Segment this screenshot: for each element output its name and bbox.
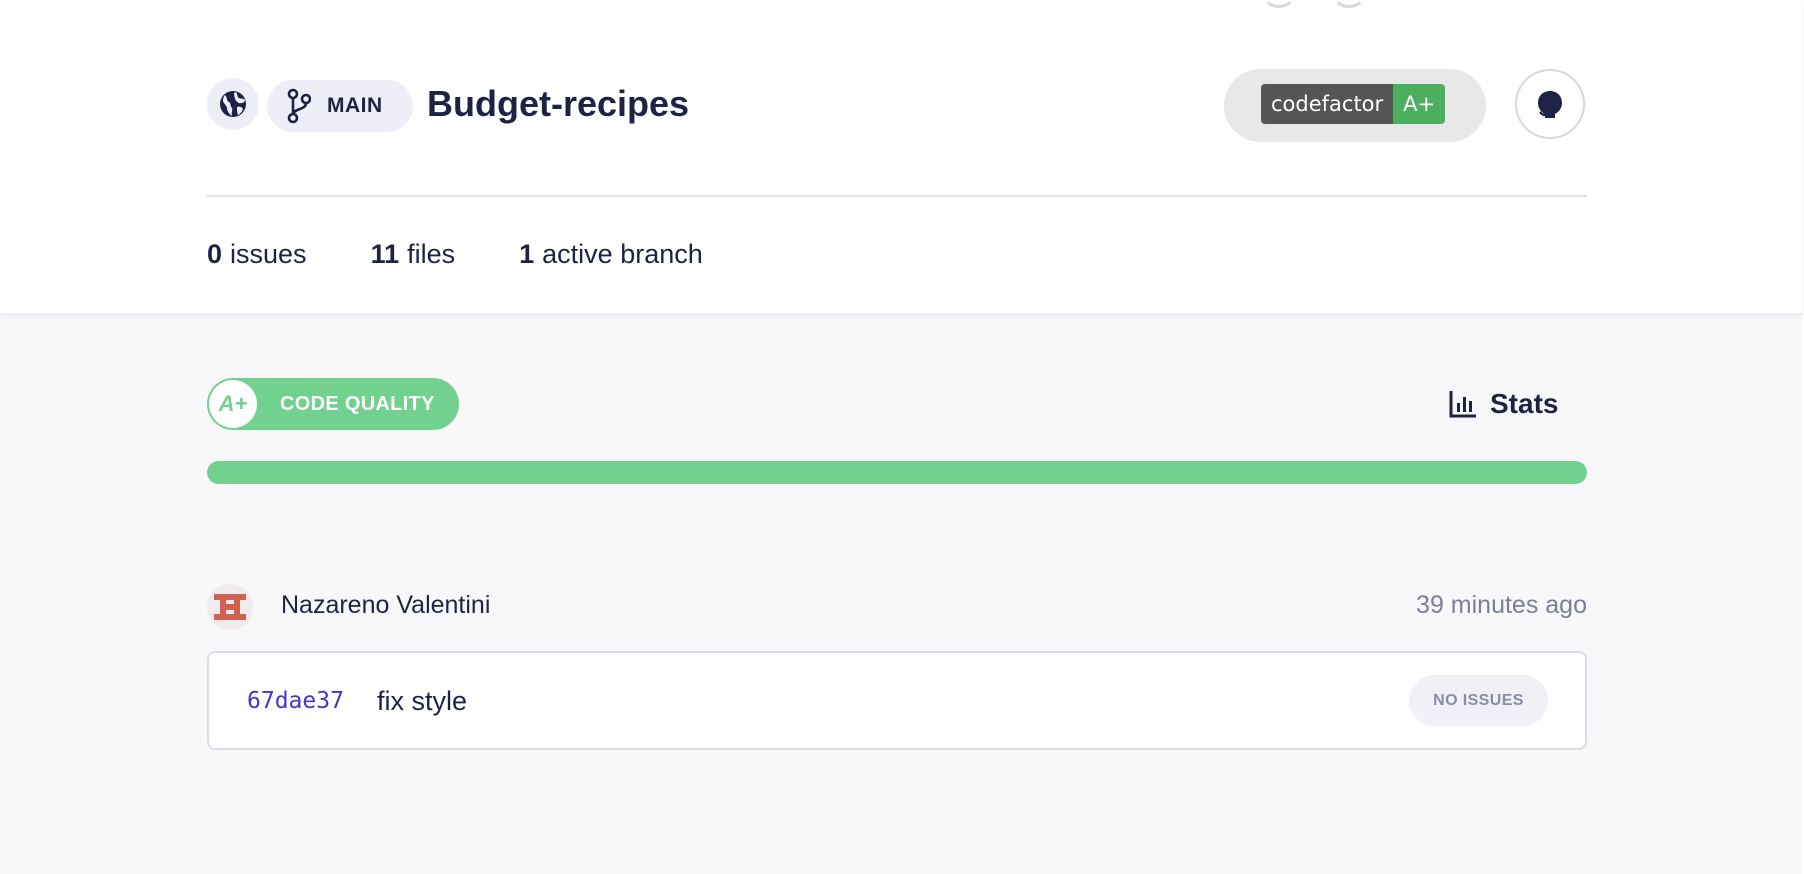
badge-left-text: codefactor (1261, 84, 1394, 124)
bar-chart-icon (1448, 389, 1478, 419)
git-branch-icon (287, 88, 311, 124)
files-label: files (407, 238, 456, 269)
branch-label: MAIN (327, 94, 383, 117)
status-badge: NO ISSUES (1409, 675, 1548, 726)
commit-card[interactable]: 67dae37 fix style NO ISSUES (207, 651, 1587, 750)
repo-title: Budget-recipes (427, 83, 690, 124)
code-quality-pill[interactable]: A+ CODE QUALITY (207, 378, 459, 430)
quality-progress-bar (207, 461, 1587, 484)
branch-selector[interactable]: MAIN (267, 80, 413, 132)
badge-grade-text: A+ (1393, 84, 1446, 124)
commit-sha-link[interactable]: 67dae37 (247, 682, 344, 720)
public-visibility-button[interactable] (207, 78, 259, 130)
repo-stats: 0 issues 11 files 1 active branch (207, 234, 767, 274)
branches-stat[interactable]: 1 active branch (519, 239, 703, 270)
repo-header: MAIN Budget-recipes codefactor A+ 0 issu… (0, 0, 1802, 314)
commit-time: 39 minutes ago (1416, 591, 1587, 619)
commit-author: Nazareno Valentini (281, 591, 491, 619)
globe-icon (218, 89, 248, 119)
branches-count: 1 (519, 238, 535, 269)
codefactor-grade-badge[interactable]: codefactor A+ (1261, 84, 1446, 124)
top-clipped-graphic (1262, 0, 1372, 8)
github-icon (1535, 88, 1565, 120)
issues-count: 0 (207, 238, 223, 269)
quality-progress-fill (207, 461, 1587, 484)
issues-stat[interactable]: 0 issues (207, 239, 307, 270)
code-quality-label: CODE QUALITY (280, 393, 435, 415)
header-divider (207, 195, 1587, 197)
files-stat[interactable]: 11 files (371, 239, 456, 270)
commit-message: fix style (377, 686, 468, 716)
grade-circle: A+ (209, 380, 257, 428)
issues-label: issues (230, 238, 307, 269)
github-link-button[interactable] (1515, 69, 1585, 139)
avatar (207, 584, 253, 630)
branches-label: active branch (542, 238, 703, 269)
stats-label: Stats (1490, 388, 1559, 419)
stats-link[interactable]: Stats (1448, 386, 1558, 422)
files-count: 11 (370, 238, 400, 269)
